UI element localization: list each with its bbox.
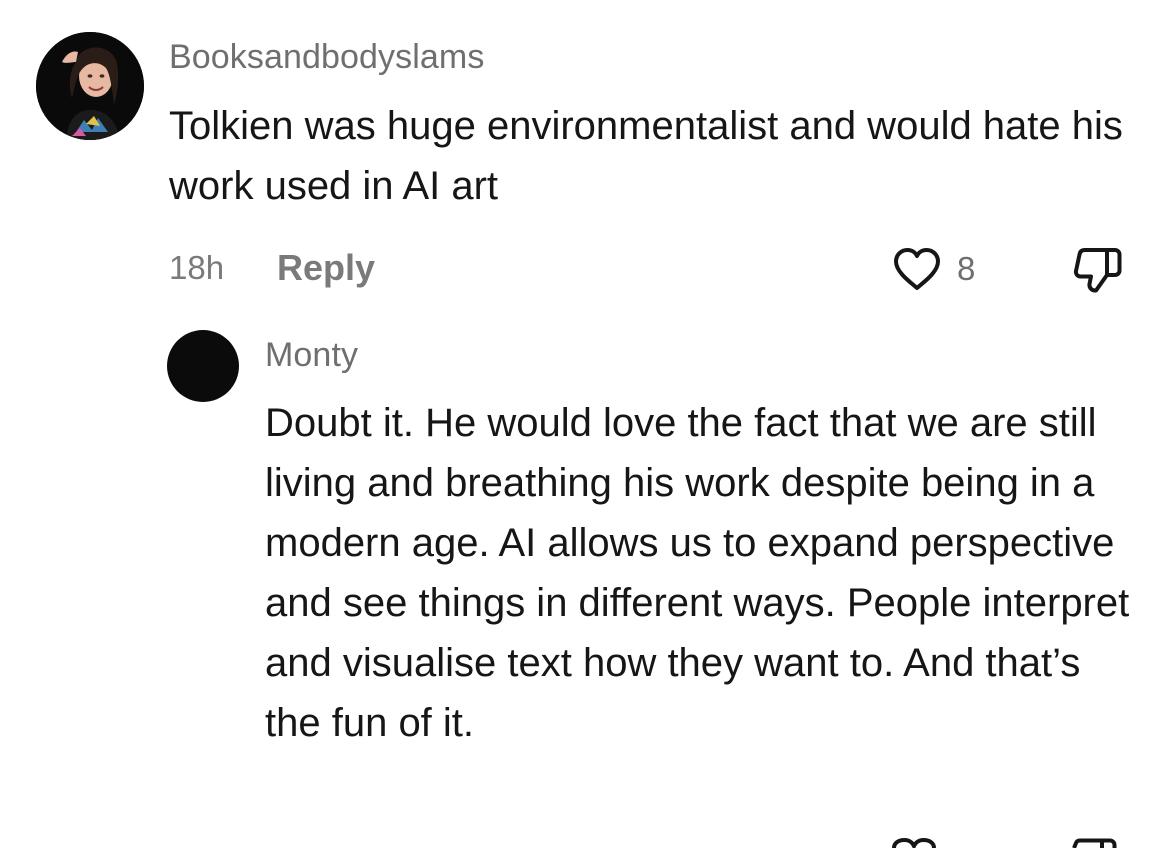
comment-timestamp: 18h (169, 249, 225, 286)
comment-actions: 18h Reply 8 (169, 244, 1129, 294)
reply-username[interactable]: Monty (265, 336, 358, 375)
comment-username[interactable]: Booksandbodyslams (169, 38, 484, 77)
reply-button[interactable]: Reply (277, 247, 375, 289)
thumbs-down-icon[interactable] (1068, 834, 1120, 849)
heart-outline-icon[interactable] (891, 246, 943, 292)
reply-text: Doubt it. He would love the fact that we… (265, 401, 1130, 745)
avatar[interactable] (36, 32, 144, 140)
thumbs-down-icon[interactable] (1071, 244, 1125, 294)
comment-text: Tolkien was huge environmentalist and wo… (169, 104, 1123, 208)
user-photo (36, 32, 144, 140)
heart-outline-icon[interactable] (888, 834, 940, 852)
like-count: 8 (957, 250, 976, 287)
reply-avatar[interactable] (167, 330, 239, 402)
